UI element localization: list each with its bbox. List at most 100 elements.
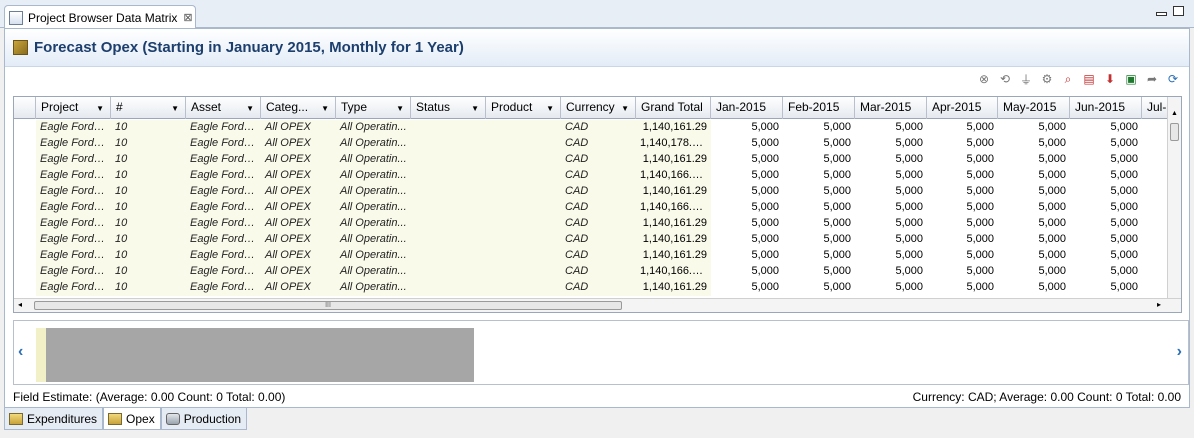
table-cell[interactable]	[486, 216, 561, 232]
table-cell[interactable]: 5,000	[783, 136, 855, 152]
vertical-scrollbar[interactable]: ▲	[1167, 97, 1181, 312]
table-cell[interactable]: Eagle Ford S...	[186, 184, 261, 200]
table-cell[interactable]: 5,000	[783, 232, 855, 248]
table-cell[interactable]: 5,000	[998, 264, 1070, 280]
table-cell[interactable]: All OPEX	[261, 216, 336, 232]
column-header[interactable]: Jun-2015	[1070, 97, 1142, 119]
table-cell[interactable]: 5,000	[783, 200, 855, 216]
table-cell[interactable]: 10	[111, 120, 186, 136]
table-cell[interactable]: 5,000	[927, 280, 998, 296]
table-row[interactable]: Eagle Ford S... 10 Eagle Ford S... All OPEX…	[14, 184, 1169, 200]
table-cell[interactable]: 1,140,161.29	[636, 248, 711, 264]
table-cell[interactable]: 10	[111, 280, 186, 296]
table-cell[interactable]: 5,000	[711, 136, 783, 152]
table-cell[interactable]: All Operatin...	[336, 264, 411, 280]
column-header[interactable]: Jan-2015	[711, 97, 783, 119]
table-cell[interactable]: 5,000	[855, 152, 927, 168]
table-cell[interactable]: 5,000	[927, 152, 998, 168]
table-cell[interactable]: CAD	[561, 216, 636, 232]
sync-icon[interactable]: ⟳	[1165, 71, 1181, 87]
table-cell[interactable]: 5,000	[711, 200, 783, 216]
table-cell[interactable]: CAD	[561, 232, 636, 248]
table-cell[interactable]	[486, 184, 561, 200]
table-cell[interactable]: 5,000	[1070, 280, 1142, 296]
table-cell[interactable]: 5,000	[998, 248, 1070, 264]
column-header[interactable]: Asset ▼	[186, 97, 261, 119]
table-cell[interactable]: All Operatin...	[336, 232, 411, 248]
table-cell[interactable]: Eagle Ford S...	[186, 280, 261, 296]
table-cell[interactable]: 1,140,161.29	[636, 152, 711, 168]
table-cell[interactable]: All OPEX	[261, 264, 336, 280]
table-cell[interactable]: Eagle Ford S...	[36, 120, 111, 136]
table-cell[interactable]: 5,000	[927, 168, 998, 184]
table-cell[interactable]: All Operatin...	[336, 136, 411, 152]
dropdown-arrow-icon[interactable]: ▼	[321, 98, 329, 119]
table-cell[interactable]: All Operatin...	[336, 248, 411, 264]
table-cell[interactable]: All Operatin...	[336, 216, 411, 232]
row-selector[interactable]	[14, 136, 36, 152]
table-cell[interactable]	[486, 264, 561, 280]
table-cell[interactable]	[486, 200, 561, 216]
export-excel-icon[interactable]: ▣	[1123, 71, 1139, 87]
table-cell[interactable]: All Operatin...	[336, 152, 411, 168]
table-cell[interactable]: All Operatin...	[336, 280, 411, 296]
table-cell[interactable]: 10	[111, 200, 186, 216]
table-cell[interactable]: Eagle Ford S...	[36, 216, 111, 232]
table-cell[interactable]: 5,000	[855, 232, 927, 248]
dropdown-arrow-icon[interactable]: ▼	[246, 98, 254, 119]
table-cell[interactable]: All OPEX	[261, 152, 336, 168]
table-cell[interactable]: 5,000	[998, 184, 1070, 200]
table-cell[interactable]: 1,140,161.29	[636, 120, 711, 136]
scroll-up-icon[interactable]: ▲	[1171, 110, 1178, 117]
table-cell[interactable]: 5,000	[711, 280, 783, 296]
table-cell[interactable]: 5,000	[998, 120, 1070, 136]
table-cell[interactable]: 5,000	[927, 264, 998, 280]
table-cell[interactable]: CAD	[561, 264, 636, 280]
dropdown-arrow-icon[interactable]: ▼	[396, 98, 404, 119]
download-icon[interactable]: ⬇	[1102, 71, 1118, 87]
tab-production[interactable]: Production	[160, 408, 248, 430]
table-cell[interactable]: 5,000	[711, 168, 783, 184]
column-header[interactable]: Mar-2015	[855, 97, 927, 119]
find-icon[interactable]: ⌕	[1060, 71, 1076, 87]
close-icon[interactable]: ⊠	[183, 11, 192, 24]
table-cell[interactable]: CAD	[561, 184, 636, 200]
scroll-right-icon[interactable]: ▸	[1157, 300, 1161, 309]
horizontal-scrollbar[interactable]: ◂ III ▸	[14, 298, 1181, 312]
vertical-scroll-thumb[interactable]	[1170, 123, 1179, 141]
table-cell[interactable]: 5,000	[783, 152, 855, 168]
table-cell[interactable]: 5,000	[1070, 248, 1142, 264]
table-cell[interactable]: 1,140,166.667	[636, 264, 711, 280]
table-cell[interactable]	[411, 280, 486, 296]
table-cell[interactable]: All Operatin...	[336, 120, 411, 136]
table-cell[interactable]: 5,000	[998, 152, 1070, 168]
table-cell[interactable]: 10	[111, 136, 186, 152]
table-cell[interactable]: 5,000	[783, 184, 855, 200]
column-header[interactable]: # ▼	[111, 97, 186, 119]
table-cell[interactable]: Eagle Ford S...	[186, 264, 261, 280]
table-cell[interactable]: Eagle Ford S...	[186, 120, 261, 136]
table-cell[interactable]: CAD	[561, 200, 636, 216]
row-selector[interactable]	[14, 280, 36, 296]
table-cell[interactable]: Eagle Ford S...	[36, 168, 111, 184]
table-cell[interactable]: Eagle Ford S...	[186, 136, 261, 152]
table-cell[interactable]	[411, 184, 486, 200]
column-header[interactable]: Project ▼	[36, 97, 111, 119]
table-cell[interactable]: 5,000	[855, 264, 927, 280]
row-selector[interactable]	[14, 152, 36, 168]
dropdown-arrow-icon[interactable]: ▼	[171, 98, 179, 119]
filter-icon[interactable]: ⏚	[1018, 71, 1034, 87]
column-header[interactable]: Grand Total	[636, 97, 711, 119]
table-cell[interactable]	[411, 248, 486, 264]
table-cell[interactable]: CAD	[561, 120, 636, 136]
table-cell[interactable]	[486, 120, 561, 136]
table-cell[interactable]: 5,000	[1070, 168, 1142, 184]
column-header[interactable]: Categ... ▼	[261, 97, 336, 119]
table-cell[interactable]: 5,000	[1070, 184, 1142, 200]
table-row[interactable]: Eagle Ford S... 10 Eagle Ford S... All OPEX…	[14, 136, 1169, 152]
table-cell[interactable]: 5,000	[998, 136, 1070, 152]
dropdown-arrow-icon[interactable]: ▼	[96, 98, 104, 119]
column-header[interactable]: Feb-2015	[783, 97, 855, 119]
table-cell[interactable]: 1,140,161.29	[636, 280, 711, 296]
column-header[interactable]: Status ▼	[411, 97, 486, 119]
